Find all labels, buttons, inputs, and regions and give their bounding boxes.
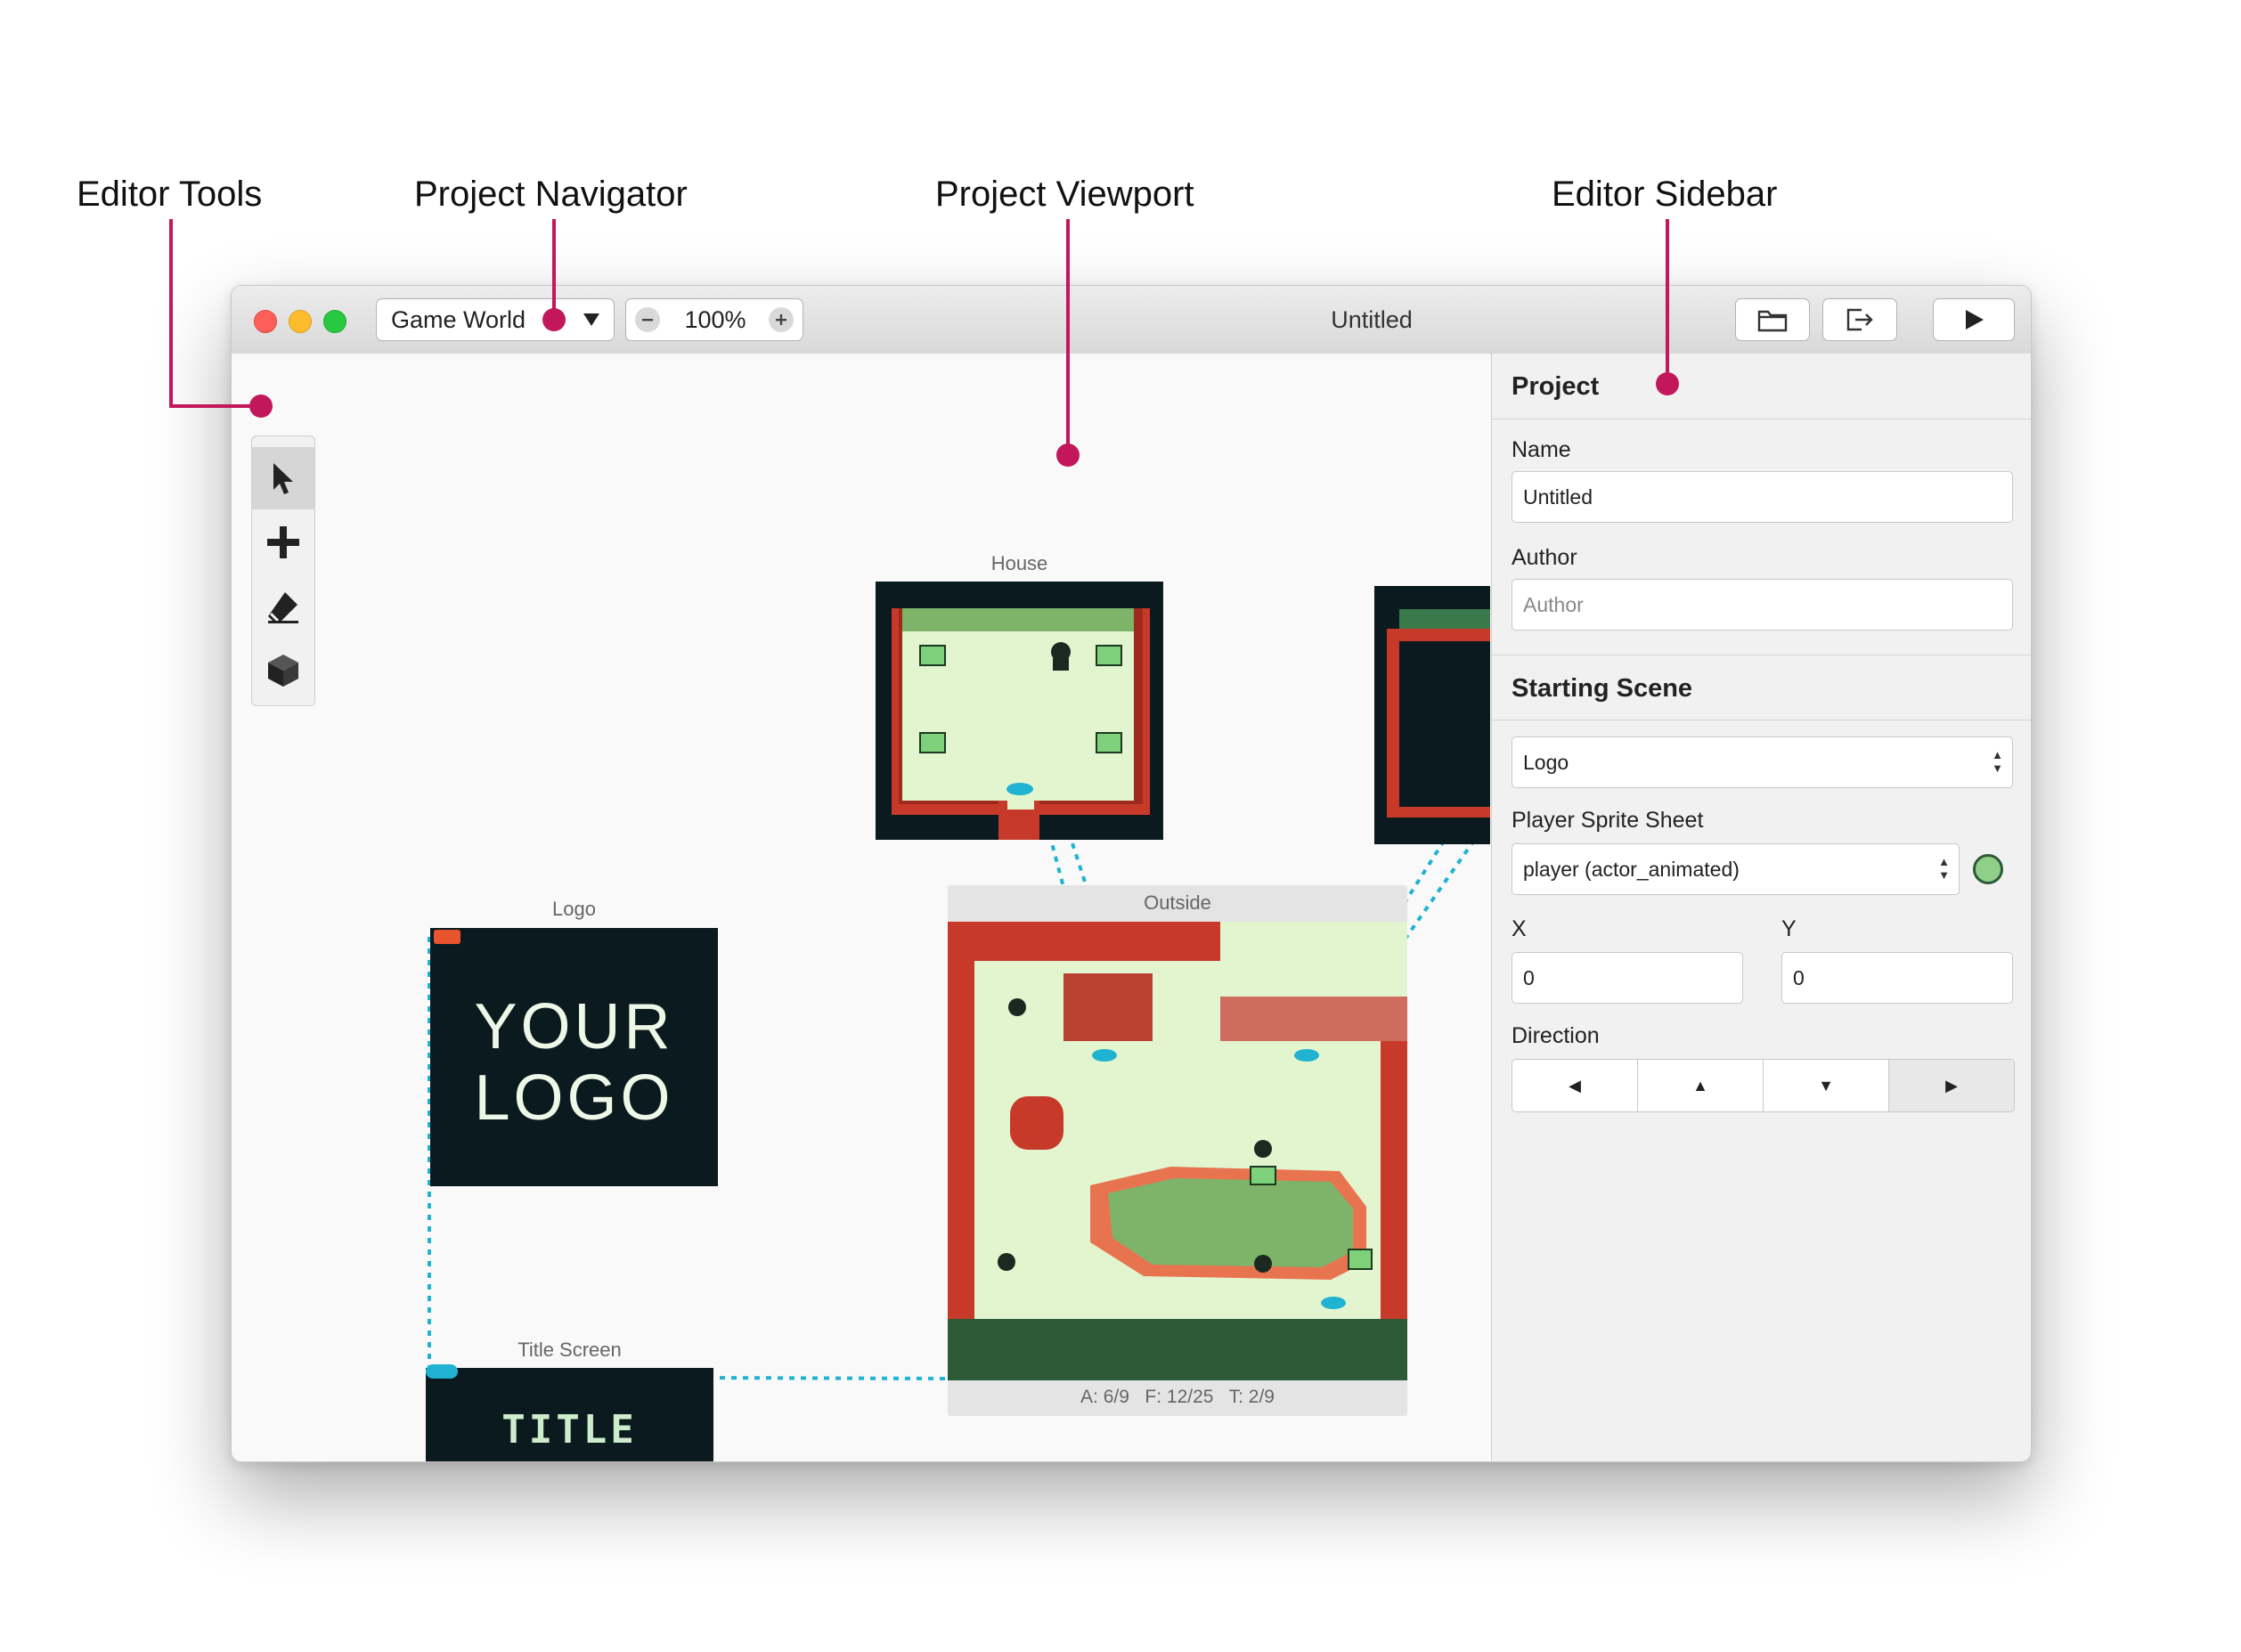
folder-icon: [1757, 310, 1788, 332]
x-field[interactable]: 0: [1512, 952, 1743, 1004]
direction-left-button[interactable]: ◀: [1512, 1060, 1638, 1111]
cursor-icon: [273, 463, 293, 494]
outside-map: [948, 922, 1407, 1380]
sprite-sheet-value: player (actor_animated): [1523, 858, 1740, 881]
sprite-preview-icon: [1973, 854, 2003, 884]
callout-line-tools-vertical: [169, 219, 173, 408]
project-heading: Project: [1492, 354, 2031, 419]
plus-icon: [776, 314, 786, 325]
scene-logo[interactable]: YOUR LOGO: [430, 928, 718, 1186]
callout-dot-navigator: [542, 308, 566, 331]
scene-label-outside: Outside: [1144, 891, 1211, 914]
title-text-line1: TITLE: [501, 1407, 638, 1453]
callout-editor-sidebar: Editor Sidebar: [1552, 175, 1778, 214]
direction-label: Direction: [1512, 1023, 1600, 1048]
direction-segmented-control: ◀ ▲ ▼ ▶: [1512, 1059, 2015, 1112]
window-title: Untitled: [1331, 306, 1413, 333]
starting-scene-select[interactable]: Logo ▲ ▼: [1512, 736, 2013, 788]
callout-editor-tools: Editor Tools: [77, 175, 263, 214]
callout-dot-tools: [249, 395, 273, 418]
scene-outside[interactable]: [948, 922, 1407, 1380]
scene-label-logo: Logo: [552, 898, 596, 920]
sprite-sheet-select[interactable]: player (actor_animated) ▲ ▼: [1512, 843, 1960, 895]
editor-tools: [251, 435, 315, 706]
y-label: Y: [1781, 916, 1797, 941]
sprite-sheet-label: Player Sprite Sheet: [1512, 808, 1704, 833]
eraser-tool[interactable]: [252, 575, 314, 638]
y-field[interactable]: 0: [1781, 952, 2013, 1004]
eraser-icon: [268, 592, 298, 623]
play-button[interactable]: [1933, 298, 2015, 341]
project-navigator-value: Game World: [391, 305, 526, 333]
direction-up-button[interactable]: ▲: [1638, 1060, 1764, 1111]
scene-label-title-screen: Title Screen: [517, 1339, 622, 1361]
zoom-in-button[interactable]: [769, 307, 794, 332]
partial-map: [1387, 609, 1490, 818]
app-window: Game World 100% Untitled House Logo YOUR…: [231, 285, 2032, 1462]
minimize-window-button[interactable]: [289, 310, 312, 333]
select-arrows-icon: ▲ ▼: [1938, 855, 1950, 882]
cube-icon: [268, 655, 298, 687]
title-screen-marker: [426, 1364, 458, 1379]
scene-label-house: House: [990, 552, 1048, 574]
add-tool[interactable]: [252, 511, 314, 574]
x-label: X: [1512, 916, 1527, 941]
callout-line-navigator: [552, 219, 556, 317]
callout-dot-sidebar: [1656, 372, 1679, 395]
author-field[interactable]: Author: [1512, 579, 2013, 631]
select-tool[interactable]: [252, 447, 314, 509]
scene-title-screen[interactable]: TITLE: [426, 1364, 713, 1461]
house-map: [892, 608, 1150, 840]
scene-partial-right[interactable]: [1374, 586, 1490, 844]
author-label: Author: [1512, 545, 1577, 570]
direction-right-button[interactable]: ▶: [1889, 1060, 2014, 1111]
callout-project-viewport: Project Viewport: [935, 175, 1194, 214]
chevron-down-icon: [582, 308, 601, 336]
select-arrows-icon: ▲ ▼: [1992, 748, 2003, 775]
starting-scene-value: Logo: [1523, 751, 1569, 774]
name-label: Name: [1512, 437, 1571, 462]
callout-line-tools-horizontal: [169, 404, 258, 408]
play-icon: [1966, 310, 1984, 330]
start-scene-marker: [434, 930, 460, 944]
zoom-window-button[interactable]: [323, 310, 346, 333]
plus-icon: [267, 526, 299, 558]
callout-line-sidebar: [1666, 219, 1669, 379]
export-button[interactable]: [1822, 298, 1897, 341]
project-viewport[interactable]: House Logo YOUR LOGO Title Screen TITLE …: [232, 354, 1490, 1461]
starting-scene-heading: Starting Scene: [1492, 655, 2031, 720]
export-icon: [1846, 308, 1873, 331]
direction-down-button[interactable]: ▼: [1764, 1060, 1889, 1111]
project-navigator-select[interactable]: Game World: [376, 298, 615, 341]
close-window-button[interactable]: [254, 310, 277, 333]
scene-house[interactable]: [876, 582, 1163, 840]
open-folder-button[interactable]: [1735, 298, 1810, 341]
zoom-control: 100%: [625, 298, 803, 341]
outside-stats: A: 6/9 F: 12/25 T: 2/9: [1080, 1387, 1275, 1407]
components-tool[interactable]: [252, 639, 314, 702]
logo-text-line1: YOUR: [474, 991, 674, 1062]
logo-text-line2: LOGO: [474, 1062, 674, 1134]
editor-sidebar: Project Name Untitled Author Author Star…: [1491, 354, 2031, 1461]
title-bar: Game World 100% Untitled: [232, 286, 2031, 354]
callout-project-navigator: Project Navigator: [414, 175, 688, 214]
name-field[interactable]: Untitled: [1512, 471, 2013, 523]
callout-line-viewport: [1066, 219, 1070, 452]
callout-dot-viewport: [1056, 444, 1080, 467]
